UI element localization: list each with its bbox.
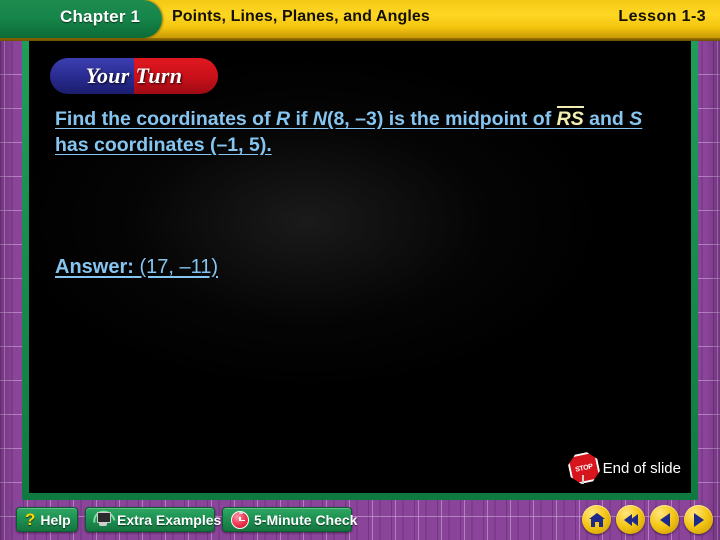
lesson-label: Lesson 1-3 <box>618 8 706 25</box>
extra-examples-button[interactable]: Extra Examples <box>85 506 221 537</box>
question-mark-icon: ? <box>25 510 36 529</box>
chevron-left-icon <box>659 512 670 527</box>
extra-examples-button-label: Extra Examples <box>117 511 222 528</box>
answer-value: (17, –11) <box>139 256 219 278</box>
variable-n: N <box>312 108 327 130</box>
monitor-base <box>99 522 107 526</box>
page-title: Points, Lines, Planes, and Angles <box>172 8 430 25</box>
help-button[interactable]: ? Help <box>16 507 78 532</box>
home-door <box>594 521 599 527</box>
help-button-label: Help <box>40 511 71 528</box>
five-minute-check-button[interactable]: 5-Minute Check <box>222 507 357 532</box>
end-of-slide-label: End of slide <box>602 459 681 477</box>
header-underline <box>0 38 720 41</box>
question-part-4: and <box>583 108 630 130</box>
variable-s: S <box>629 108 643 130</box>
computer-monitor-icon <box>89 506 120 537</box>
question-part-2: if <box>290 108 313 130</box>
slide-content-area: Your Turn Find the coordinates of R if N… <box>29 41 691 493</box>
stop-sign-text: STOP <box>574 462 594 474</box>
clock-icon <box>231 510 249 529</box>
your-turn-banner: Your Turn <box>50 58 218 94</box>
five-minute-check-button-label: 5-Minute Check <box>254 511 358 528</box>
stop-sign-octagon: STOP <box>566 450 602 486</box>
stop-sign-post <box>581 475 584 484</box>
chapter-tab-label: Chapter 1 <box>60 7 141 26</box>
question-part-3: (8, –3) is the midpoint of <box>326 108 557 130</box>
clock-cap <box>239 511 243 514</box>
banner-label: Your Turn <box>85 63 183 88</box>
question-part-5: has coordinates (–1, 5). <box>55 134 272 156</box>
home-button[interactable] <box>582 505 611 534</box>
next-button[interactable] <box>684 505 713 534</box>
home-icon <box>588 512 605 527</box>
answer-label: Answer: <box>55 256 134 278</box>
question-text: Find the coordinates of R if N(8, –3) is… <box>55 106 670 158</box>
slide-root: Chapter 1 Points, Lines, Planes, and Ang… <box>0 0 720 540</box>
question-part-1: Find the coordinates of <box>55 108 277 130</box>
answer-line: Answer: (17, –11) <box>55 256 218 279</box>
end-of-slide-indicator: STOP End of slide <box>569 453 681 483</box>
segment-rs: RS <box>556 106 584 130</box>
clock-minute-hand <box>239 519 245 521</box>
previous-button[interactable] <box>650 505 679 534</box>
chevron-left-2 <box>629 513 638 526</box>
chevron-right-icon <box>693 512 704 527</box>
rewind-button[interactable] <box>616 505 645 534</box>
double-chevron-left-icon <box>623 513 638 526</box>
variable-r: R <box>276 108 291 130</box>
stop-sign-icon: STOP <box>569 453 599 483</box>
